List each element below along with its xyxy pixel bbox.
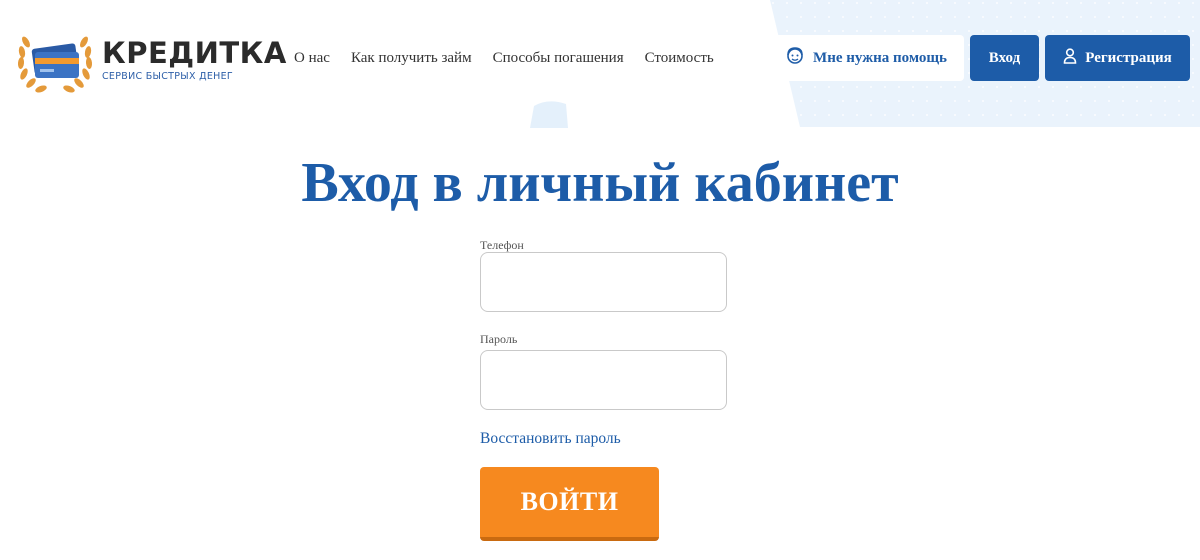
nav-item-cost[interactable]: Стоимость [645, 48, 714, 68]
nav-item-about[interactable]: О нас [294, 48, 330, 68]
register-button-label: Регистрация [1085, 49, 1172, 66]
page-title: Вход в личный кабинет [301, 152, 899, 214]
main-nav: О нас Как получить займ Способы погашени… [294, 48, 735, 68]
brand-tagline: СЕРВИС БЫСТРЫХ ДЕНЕГ [102, 71, 233, 82]
password-label: Пароль [480, 332, 518, 346]
help-button[interactable]: Мне нужна помощь [768, 35, 964, 81]
login-button[interactable]: Вход [970, 35, 1039, 81]
phone-input[interactable] [480, 252, 727, 312]
logo[interactable]: КРЕДИТКА СЕРВИС БЫСТРЫХ ДЕНЕГ [16, 28, 286, 96]
password-input[interactable] [480, 350, 727, 410]
support-face-icon [785, 46, 805, 71]
register-button[interactable]: Регистрация [1045, 35, 1190, 81]
credit-card-laurel-icon [16, 28, 94, 96]
nav-item-how-to-get-loan[interactable]: Как получить займ [351, 48, 472, 68]
brand-name: КРЕДИТКА [102, 36, 287, 70]
help-button-label: Мне нужна помощь [813, 49, 947, 66]
site-header: КРЕДИТКА СЕРВИС БЫСТРЫХ ДЕНЕГ О нас Как … [0, 0, 1200, 127]
nav-item-repayment-methods[interactable]: Способы погашения [493, 48, 624, 68]
submit-login-button[interactable]: ВОЙТИ [480, 467, 659, 541]
user-icon [1063, 47, 1077, 69]
restore-password-link[interactable]: Восстановить пароль [480, 429, 621, 449]
